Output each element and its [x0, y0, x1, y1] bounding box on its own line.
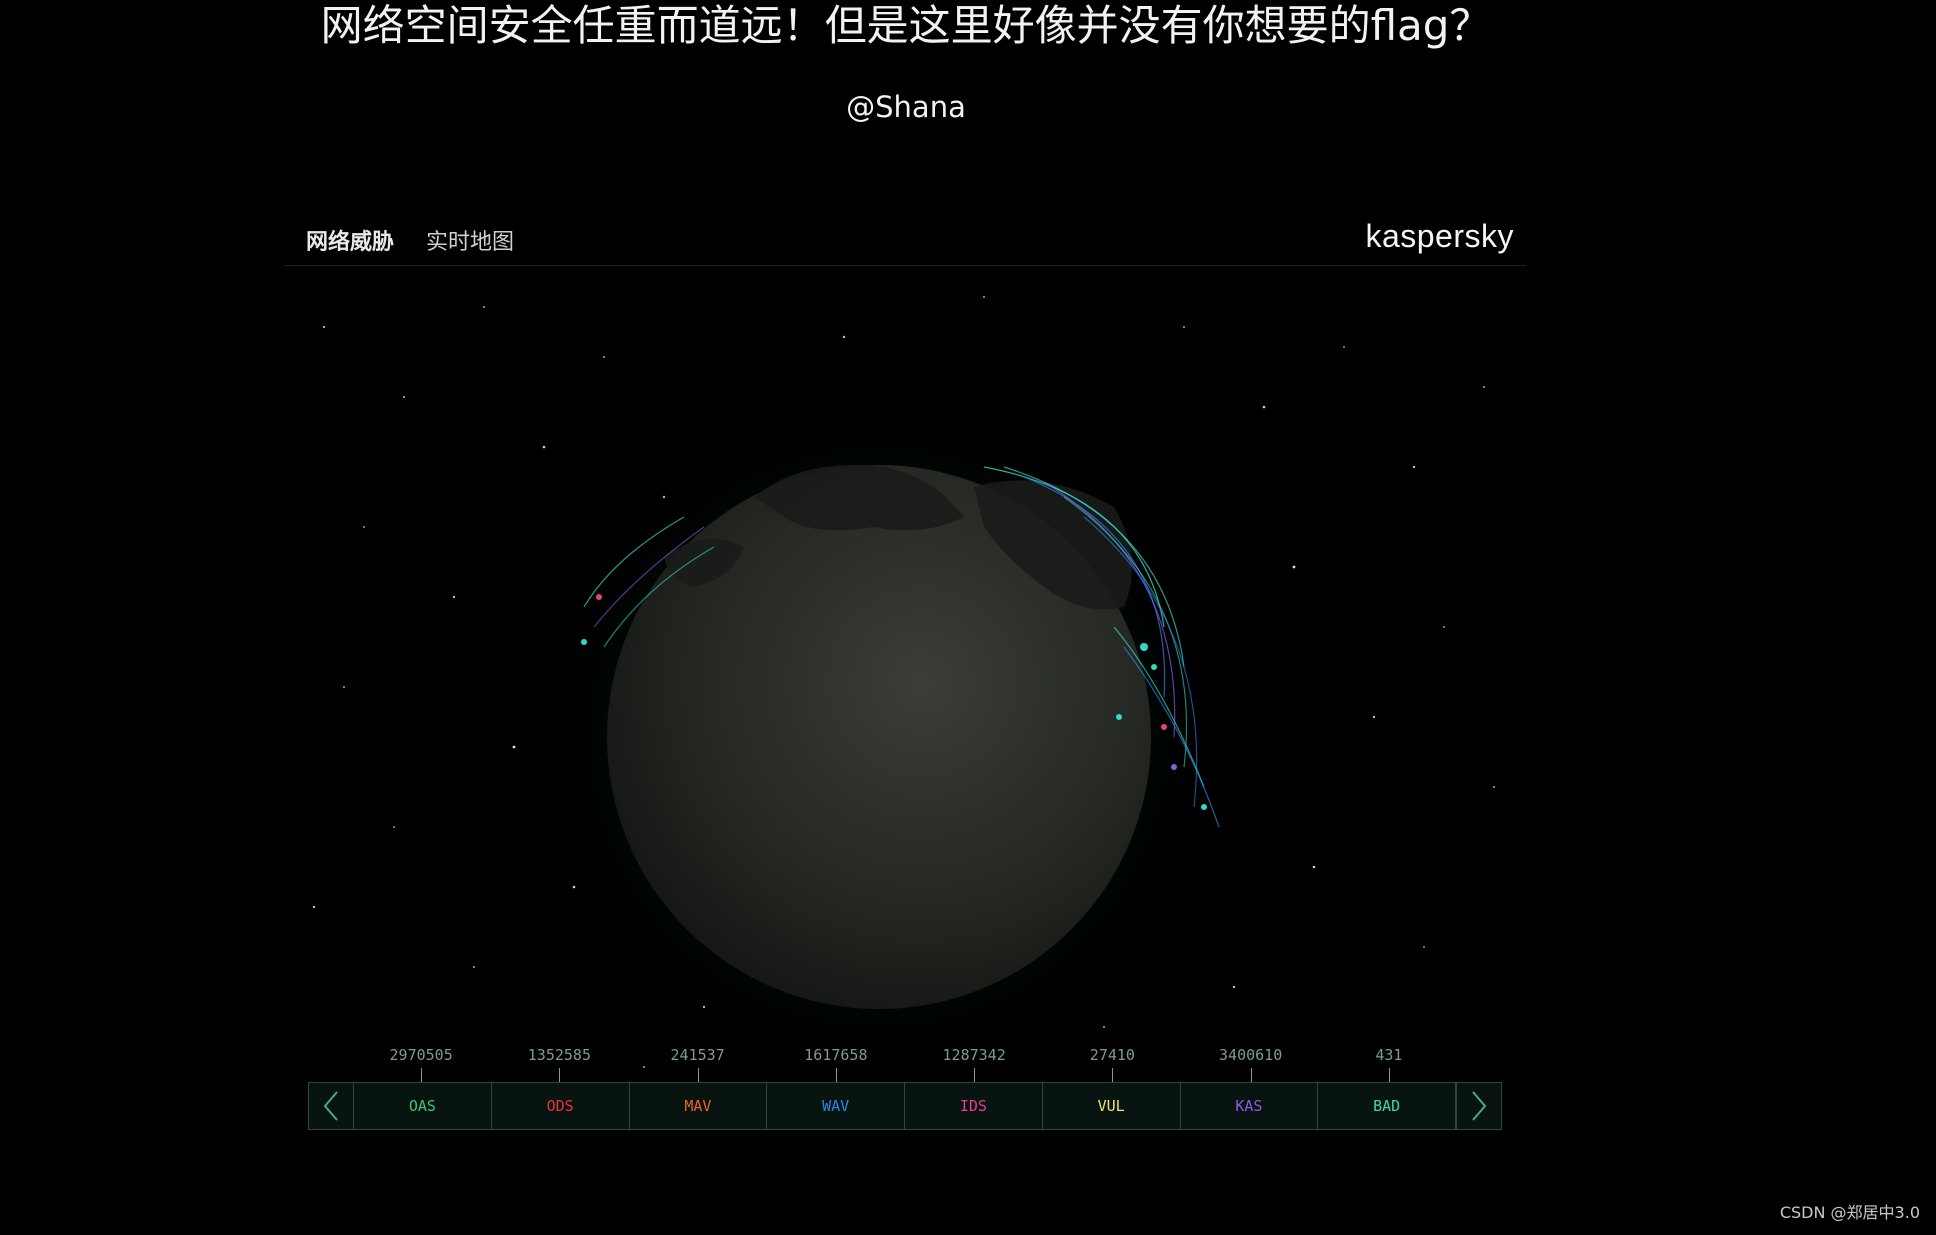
count-ids: 1287342: [905, 1046, 1043, 1082]
next-button[interactable]: [1456, 1083, 1501, 1129]
csdn-watermark: CSDN @郑居中3.0: [1779, 1203, 1920, 1222]
category-oas-button[interactable]: OAS: [354, 1083, 492, 1129]
count-vul: 27410: [1043, 1046, 1181, 1082]
count-ods: 1352585: [490, 1046, 628, 1082]
author-label: @Shana: [846, 90, 966, 124]
prev-button[interactable]: [309, 1083, 354, 1129]
map-header: 网络威胁 实时地图 kaspersky: [284, 210, 1526, 266]
globe-canvas[interactable]: [284, 267, 1526, 1170]
category-vul-button[interactable]: VUL: [1043, 1083, 1181, 1129]
map-subtitle[interactable]: 实时地图: [426, 224, 514, 256]
chevron-right-icon: [1472, 1091, 1487, 1121]
count-oas: 2970505: [352, 1046, 490, 1082]
globe-viewport[interactable]: [284, 267, 1526, 1170]
cyberthreat-map-frame: 网络威胁 实时地图 kaspersky 2970505 1352585 2415…: [284, 210, 1526, 1170]
category-wav-button[interactable]: WAV: [767, 1083, 905, 1129]
category-mav-button[interactable]: MAV: [630, 1083, 768, 1129]
legend-buttons: OAS ODS MAV WAV IDS VUL KAS BAD: [308, 1082, 1502, 1130]
category-kas-button[interactable]: KAS: [1181, 1083, 1319, 1129]
kaspersky-logo[interactable]: kaspersky: [1365, 218, 1514, 255]
page-heading: 网络空间安全任重而道远！但是这里好像并没有你想要的flag？: [320, 1, 1492, 50]
category-ids-button[interactable]: IDS: [905, 1083, 1043, 1129]
chevron-left-icon: [323, 1091, 338, 1121]
count-wav: 1617658: [767, 1046, 905, 1082]
map-title[interactable]: 网络威胁: [306, 224, 394, 256]
count-bad: 431: [1320, 1046, 1458, 1082]
legend-counts: 2970505 1352585 241537 1617658 1287342 2…: [352, 1046, 1458, 1082]
threat-legend: 2970505 1352585 241537 1617658 1287342 2…: [308, 1046, 1502, 1130]
page: 网络空间安全任重而道远！但是这里好像并没有你想要的flag？ @Shana 网络…: [0, 0, 1936, 1235]
category-bad-button[interactable]: BAD: [1318, 1083, 1456, 1129]
category-ods-button[interactable]: ODS: [492, 1083, 630, 1129]
count-kas: 3400610: [1182, 1046, 1320, 1082]
count-mav: 241537: [629, 1046, 767, 1082]
